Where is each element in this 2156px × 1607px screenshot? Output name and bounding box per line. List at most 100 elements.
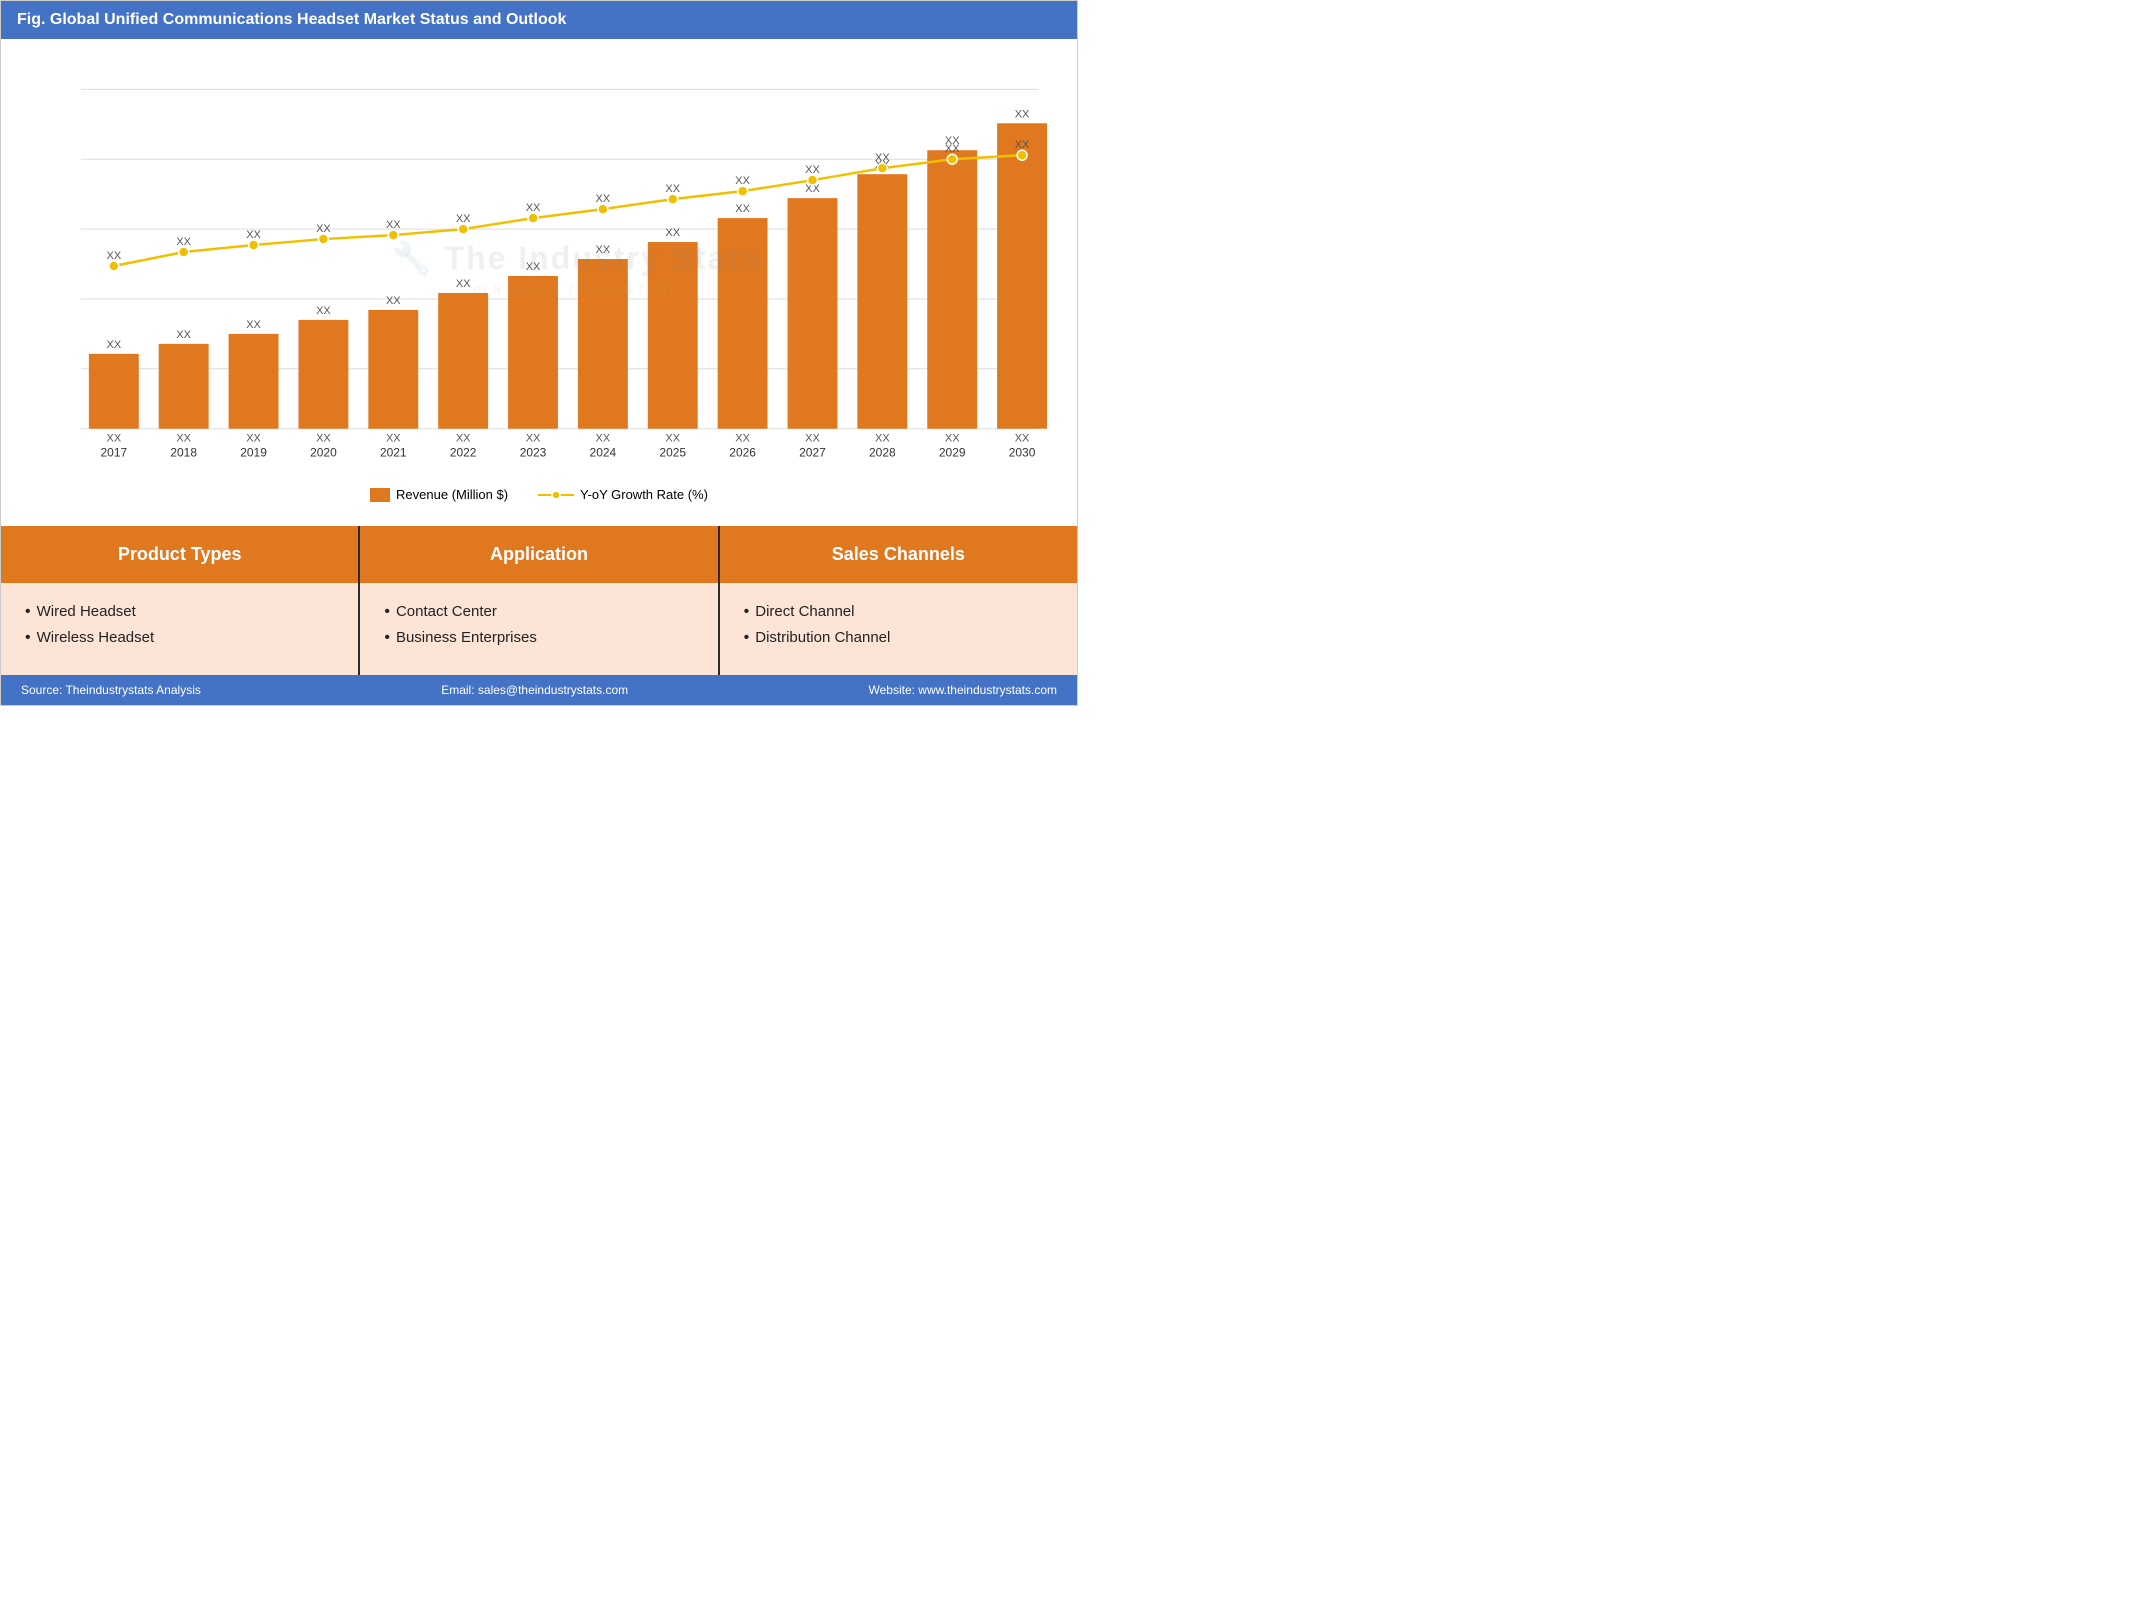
- section-application-header: Application: [360, 526, 717, 583]
- bar-2022: [438, 293, 488, 429]
- svg-text:XX: XX: [665, 227, 680, 239]
- svg-text:XX: XX: [735, 175, 750, 187]
- chart-title: Fig. Global Unified Communications Heads…: [17, 11, 566, 28]
- legend-revenue: Revenue (Million $): [370, 487, 508, 502]
- svg-text:XX: XX: [316, 433, 331, 445]
- svg-text:2017: 2017: [101, 446, 128, 460]
- main-container: Fig. Global Unified Communications Heads…: [0, 0, 1078, 706]
- svg-text:XX: XX: [456, 278, 471, 290]
- svg-text:XX: XX: [1015, 433, 1030, 445]
- bar-2023: [508, 276, 558, 429]
- svg-text:XX: XX: [596, 244, 611, 256]
- section-product-types-header: Product Types: [1, 526, 358, 583]
- svg-text:XX: XX: [1015, 108, 1030, 120]
- bar-2027: [788, 198, 838, 429]
- svg-text:XX: XX: [1015, 139, 1030, 151]
- svg-text:2024: 2024: [590, 446, 617, 460]
- svg-text:XX: XX: [805, 164, 820, 176]
- footer-source: Source: Theindustrystats Analysis: [21, 683, 201, 697]
- dot-2024: [598, 204, 608, 214]
- footer-website: Website: www.theindustrystats.com: [868, 683, 1057, 697]
- svg-text:XX: XX: [176, 236, 191, 248]
- svg-text:XX: XX: [526, 433, 541, 445]
- dot-2023: [528, 213, 538, 223]
- svg-text:XX: XX: [316, 305, 331, 317]
- svg-text:XX: XX: [246, 229, 261, 241]
- svg-text:XX: XX: [526, 261, 541, 273]
- dot-2027: [807, 175, 817, 185]
- svg-text:2022: 2022: [450, 446, 477, 460]
- chart-wrapper: 🔧 The Industry Stats market research XX …: [21, 59, 1057, 479]
- bar-2026: [718, 218, 768, 429]
- svg-text:2020: 2020: [310, 446, 337, 460]
- svg-text:2019: 2019: [240, 446, 267, 460]
- svg-text:XX: XX: [386, 219, 401, 231]
- svg-text:2026: 2026: [729, 446, 756, 460]
- section-product-types-body: Wired Headset Wireless Headset: [1, 583, 358, 675]
- svg-text:2025: 2025: [659, 446, 686, 460]
- sales-channels-list: Direct Channel Distribution Channel: [744, 603, 1053, 647]
- svg-text:XX: XX: [176, 329, 191, 341]
- list-item: Distribution Channel: [744, 629, 1053, 647]
- svg-text:XX: XX: [107, 339, 122, 351]
- svg-text:XX: XX: [176, 433, 191, 445]
- dot-2022: [458, 224, 468, 234]
- svg-text:XX: XX: [316, 223, 331, 235]
- svg-text:XX: XX: [246, 319, 261, 331]
- bottom-sections: Product Types Wired Headset Wireless Hea…: [1, 526, 1077, 675]
- svg-text:XX: XX: [456, 433, 471, 445]
- section-application-body: Contact Center Business Enterprises: [360, 583, 717, 675]
- legend-growth: Y-oY Growth Rate (%): [538, 487, 708, 502]
- footer-email: Email: sales@theindustrystats.com: [441, 683, 628, 697]
- section-sales-channels: Sales Channels Direct Channel Distributi…: [720, 526, 1077, 675]
- list-item: Business Enterprises: [384, 629, 693, 647]
- bar-2017: [89, 354, 139, 429]
- bar-2019: [229, 334, 279, 429]
- dot-2028: [877, 163, 887, 173]
- svg-text:2027: 2027: [799, 446, 826, 460]
- svg-text:XX: XX: [735, 203, 750, 215]
- svg-text:2018: 2018: [170, 446, 197, 460]
- dot-2025: [668, 194, 678, 204]
- dot-2020: [318, 234, 328, 244]
- dot-2021: [388, 230, 398, 240]
- svg-text:XX: XX: [456, 213, 471, 225]
- svg-text:XX: XX: [875, 152, 890, 164]
- chart-header: Fig. Global Unified Communications Heads…: [1, 1, 1077, 39]
- svg-text:XX: XX: [805, 433, 820, 445]
- dot-2019: [249, 240, 259, 250]
- bar-2018: [159, 344, 209, 429]
- svg-text:XX: XX: [665, 433, 680, 445]
- chart-legend: Revenue (Million $) Y-oY Growth Rate (%): [21, 479, 1057, 516]
- svg-text:XX: XX: [875, 433, 890, 445]
- dot-2018: [179, 247, 189, 257]
- legend-revenue-label: Revenue (Million $): [396, 487, 508, 502]
- svg-text:XX: XX: [735, 433, 750, 445]
- svg-text:2028: 2028: [869, 446, 896, 460]
- section-application: Application Contact Center Business Ente…: [360, 526, 717, 675]
- dot-2017: [109, 261, 119, 271]
- svg-text:XX: XX: [246, 433, 261, 445]
- list-item: Wireless Headset: [25, 629, 334, 647]
- svg-text:XX: XX: [386, 295, 401, 307]
- legend-growth-label: Y-oY Growth Rate (%): [580, 487, 708, 502]
- svg-text:XX: XX: [665, 183, 680, 195]
- section-sales-channels-body: Direct Channel Distribution Channel: [720, 583, 1077, 675]
- legend-revenue-icon: [370, 488, 390, 502]
- svg-text:XX: XX: [386, 433, 401, 445]
- bar-2020: [298, 320, 348, 429]
- svg-text:2029: 2029: [939, 446, 966, 460]
- list-item: Direct Channel: [744, 603, 1053, 621]
- bar-2025: [648, 242, 698, 429]
- product-types-list: Wired Headset Wireless Headset: [25, 603, 334, 647]
- legend-growth-icon: [538, 488, 574, 502]
- bar-2030: [997, 123, 1047, 428]
- svg-text:XX: XX: [596, 433, 611, 445]
- bar-2028: [857, 174, 907, 429]
- svg-text:XX: XX: [945, 143, 960, 155]
- svg-text:2021: 2021: [380, 446, 407, 460]
- svg-text:XX: XX: [596, 193, 611, 205]
- application-list: Contact Center Business Enterprises: [384, 603, 693, 647]
- svg-text:XX: XX: [526, 202, 541, 214]
- section-product-types: Product Types Wired Headset Wireless Hea…: [1, 526, 358, 675]
